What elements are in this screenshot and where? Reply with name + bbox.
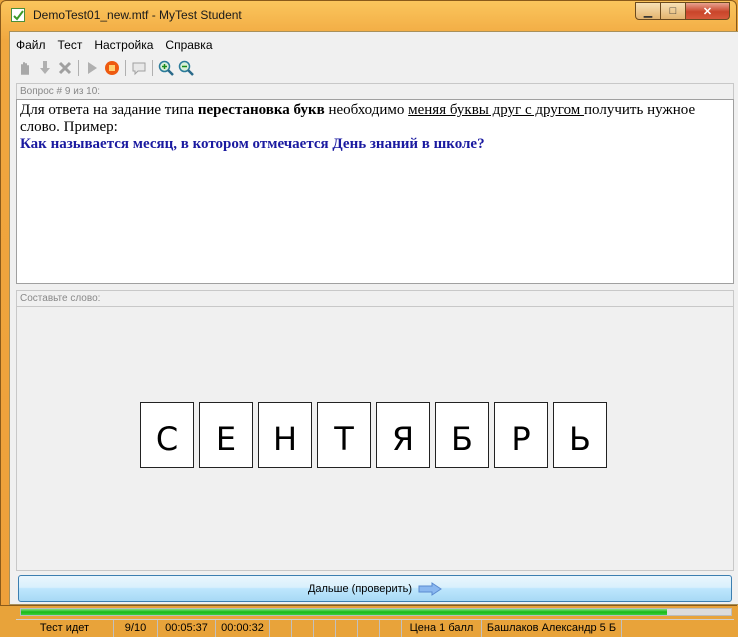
- next-check-button[interactable]: Дальше (проверить): [18, 575, 732, 602]
- question-example: Как называется месяц, в котором отмечает…: [20, 136, 485, 152]
- window-controls: ▁ □ ✕: [635, 2, 730, 22]
- delete-icon: [58, 61, 72, 75]
- toolbar-separator: [78, 60, 79, 76]
- status-bar: Тест идет 9/10 00:05:37 00:00:32 Цена 1 …: [16, 619, 734, 637]
- question-text: необходимо: [324, 102, 409, 118]
- question-header: Вопрос # 9 из 10:: [16, 83, 734, 99]
- close-button[interactable]: ✕: [686, 2, 730, 20]
- letter-tile[interactable]: Б: [435, 402, 489, 468]
- zoom-in-icon: [158, 60, 174, 76]
- menu-settings[interactable]: Настройка: [88, 37, 159, 53]
- status-time-total: 00:05:37: [158, 620, 216, 637]
- toolbar-separator: [125, 60, 126, 76]
- question-text-bold: перестановка букв: [197, 102, 325, 118]
- window-title: DemoTest01_new.mtf - MyTest Student: [33, 8, 242, 22]
- close-icon: ✕: [702, 5, 713, 18]
- down-button[interactable]: [36, 59, 54, 77]
- zoom-out-icon: [178, 60, 194, 76]
- maximize-icon: □: [669, 5, 677, 17]
- answer-area: С Е Н Т Я Б Р Ь: [16, 306, 734, 571]
- toolbar-separator: [152, 60, 153, 76]
- client-area: Файл Тест Настройка Справка Вопрос # 9 и…: [9, 31, 738, 637]
- question-box: Для ответа на задание типа перестановка …: [16, 99, 734, 284]
- play-button[interactable]: [83, 59, 101, 77]
- letter-tile[interactable]: Т: [317, 402, 371, 468]
- question-text-underline: меняя буквы друг с другом: [408, 102, 585, 118]
- status-state: Тест идет: [16, 620, 114, 637]
- answer-header: Составьте слово:: [16, 290, 734, 306]
- minimize-icon: ▁: [643, 5, 653, 18]
- comment-icon: [132, 62, 146, 76]
- status-empty: [380, 620, 402, 637]
- status-empty: [314, 620, 336, 637]
- menu-test[interactable]: Тест: [52, 37, 89, 53]
- status-price: Цена 1 балл: [402, 620, 482, 637]
- menu-bar: Файл Тест Настройка Справка: [10, 37, 219, 53]
- right-arrow-icon: [418, 581, 442, 596]
- menu-file[interactable]: Файл: [10, 37, 52, 53]
- status-empty: [358, 620, 380, 637]
- status-empty: [292, 620, 314, 637]
- zoom-out-button[interactable]: [177, 59, 195, 77]
- letter-tile[interactable]: Р: [494, 402, 548, 468]
- letter-tile[interactable]: Е: [199, 402, 253, 468]
- delete-button[interactable]: [56, 59, 74, 77]
- maximize-button[interactable]: □: [661, 2, 686, 20]
- stop-icon: [105, 61, 119, 75]
- stop-button[interactable]: [103, 59, 121, 77]
- title-bar: DemoTest01_new.mtf - MyTest Student ▁ □ …: [1, 1, 736, 31]
- toolbar: [16, 58, 197, 78]
- app-window: DemoTest01_new.mtf - MyTest Student ▁ □ …: [0, 0, 738, 637]
- status-time-question: 00:00:32: [216, 620, 270, 637]
- check-icon: [11, 8, 25, 22]
- letter-tile[interactable]: Я: [376, 402, 430, 468]
- hand-icon: [21, 62, 29, 75]
- letter-tile[interactable]: Н: [258, 402, 312, 468]
- minimize-button[interactable]: ▁: [635, 2, 661, 20]
- status-empty: [270, 620, 292, 637]
- letter-tile[interactable]: С: [140, 402, 194, 468]
- letter-tiles: С Е Н Т Я Б Р Ь: [140, 402, 612, 468]
- comment-button[interactable]: [130, 59, 148, 77]
- hand-button[interactable]: [16, 59, 34, 77]
- down-arrow-icon: [40, 61, 50, 74]
- play-icon: [88, 62, 97, 74]
- letter-tile[interactable]: Ь: [553, 402, 607, 468]
- status-user: Башлаков Александр 5 Б: [482, 620, 622, 637]
- next-check-label: Дальше (проверить): [307, 582, 413, 595]
- status-count: 9/10: [114, 620, 158, 637]
- progress-fill: [21, 609, 668, 615]
- question-text: Для ответа на задание типа: [20, 102, 198, 118]
- menu-help[interactable]: Справка: [159, 37, 218, 53]
- zoom-in-button[interactable]: [157, 59, 175, 77]
- status-empty: [336, 620, 358, 637]
- progress-bar: [20, 608, 732, 616]
